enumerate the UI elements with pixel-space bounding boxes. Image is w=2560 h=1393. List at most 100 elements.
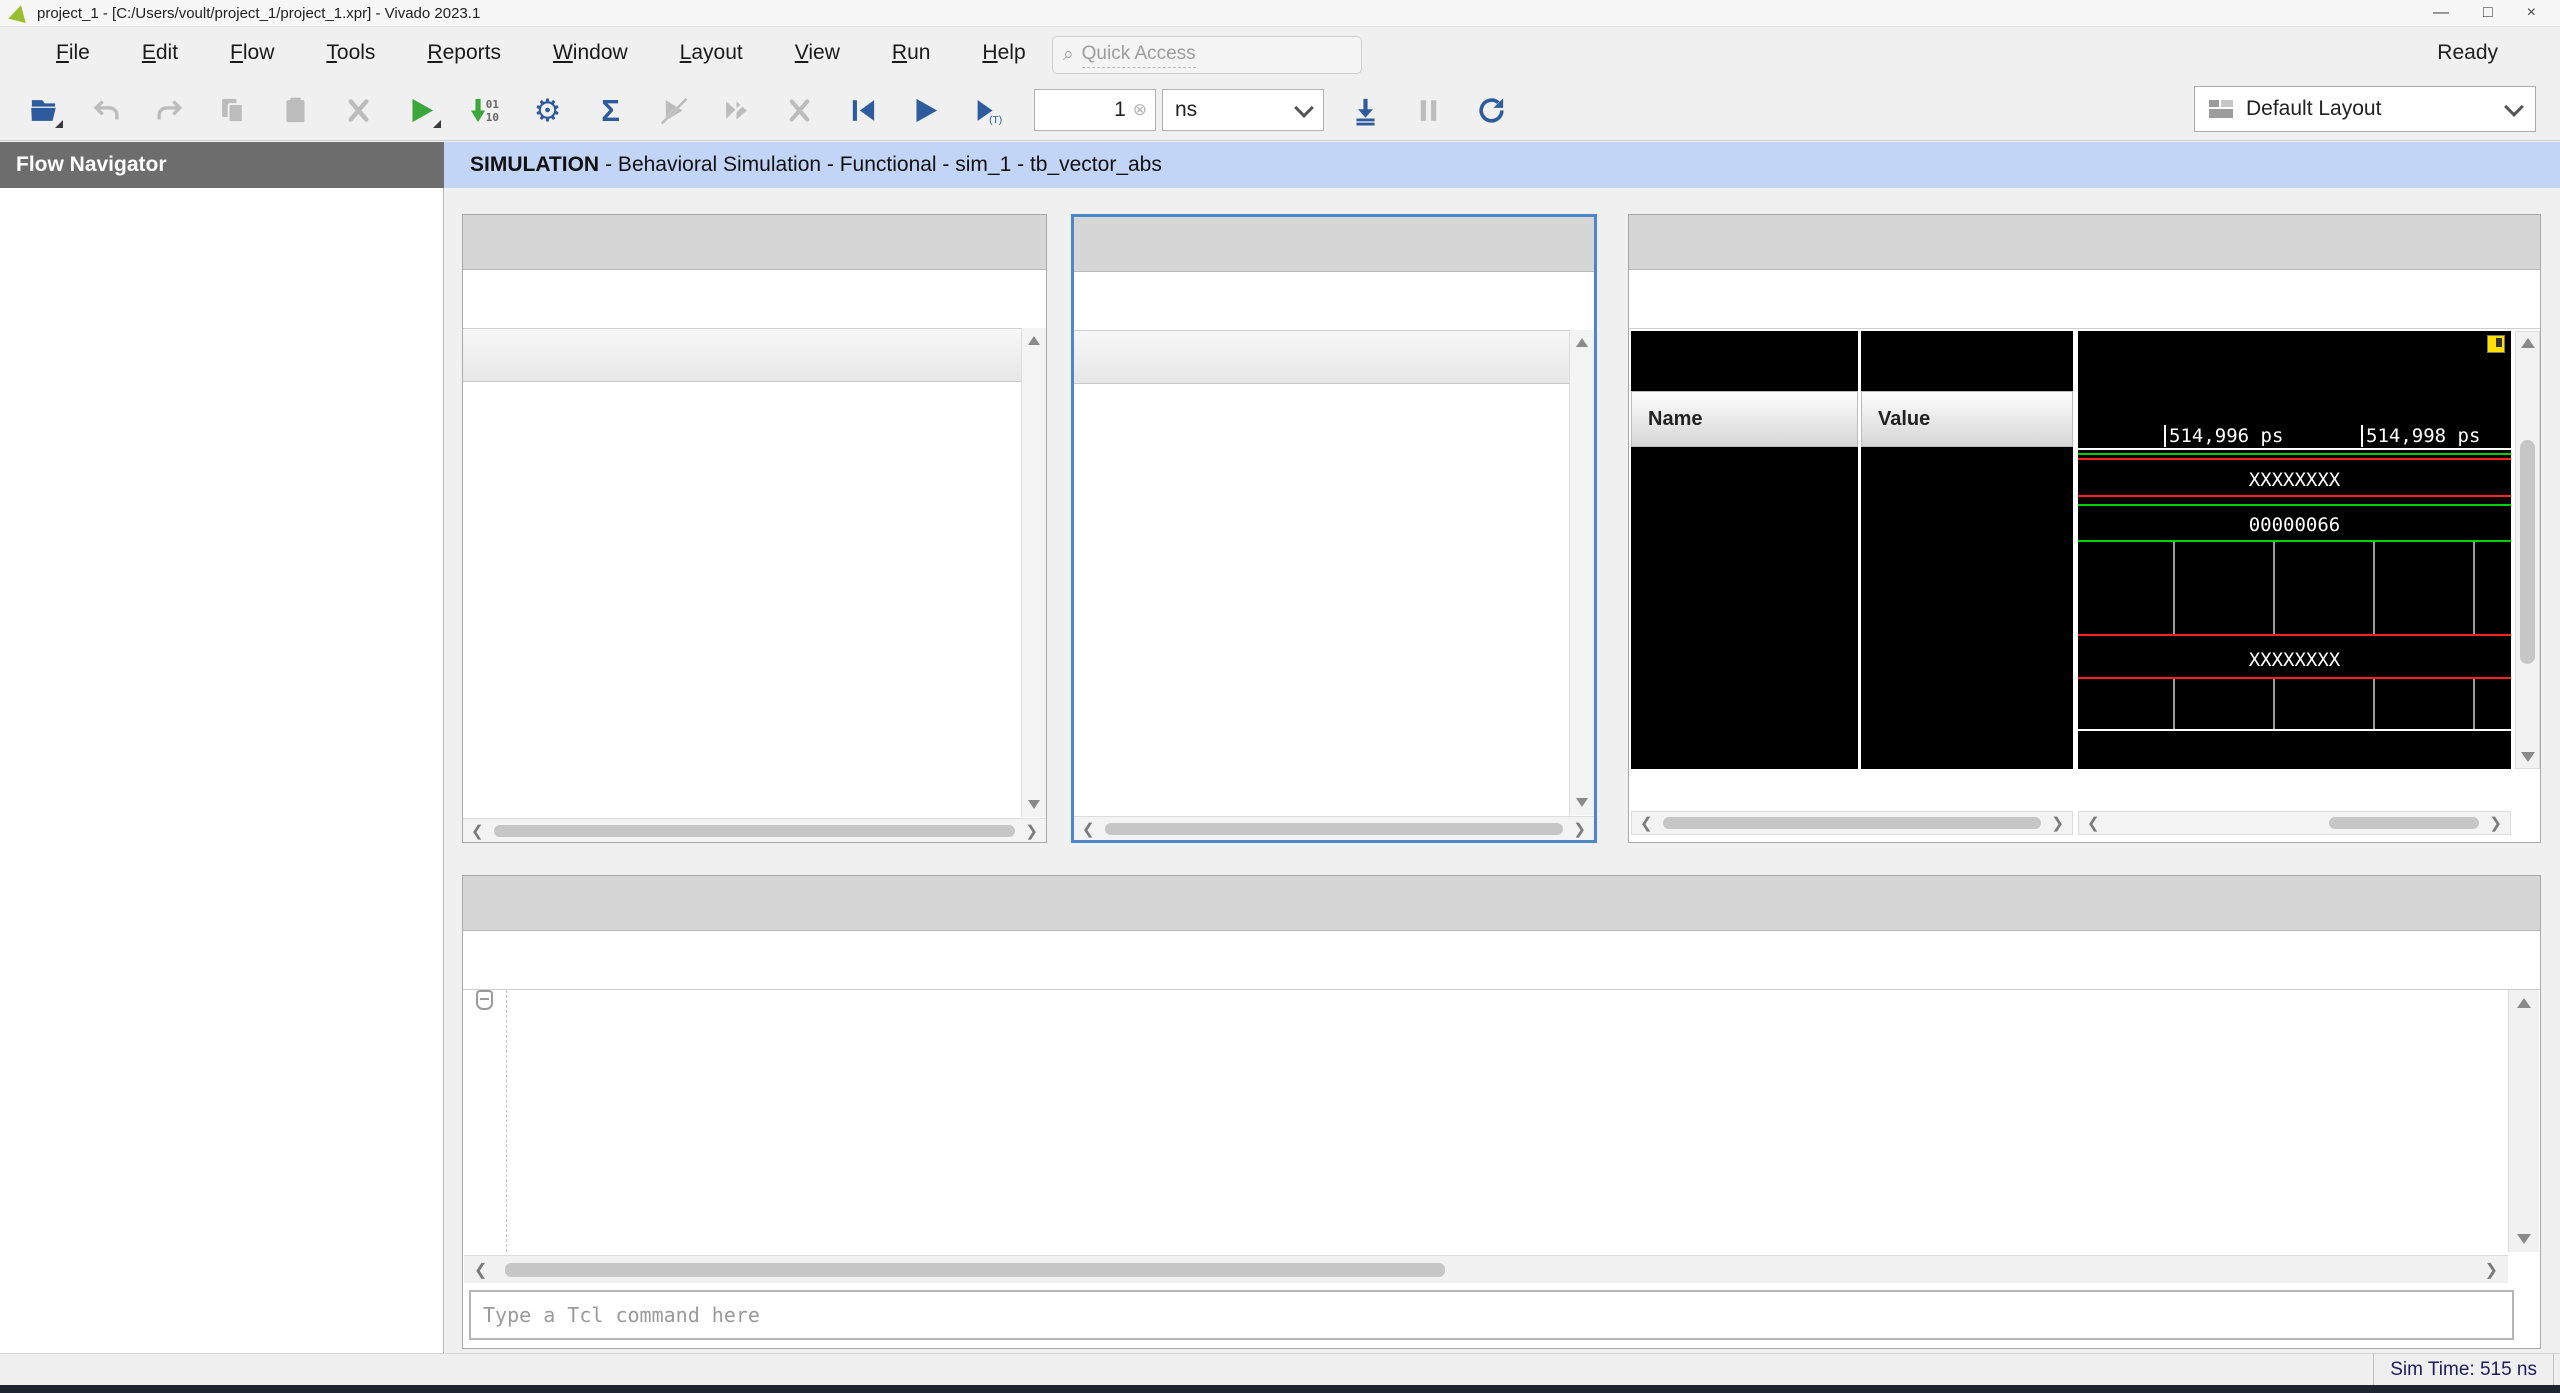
menu-item-view[interactable]: View bbox=[769, 41, 866, 65]
scroll-left-icon[interactable]: ❮ bbox=[2087, 814, 2100, 832]
status-ready: Ready bbox=[2437, 26, 2498, 80]
wave-value-header: Value bbox=[1861, 391, 2073, 447]
sim-time-status: Sim Time: 515 ns bbox=[2373, 1354, 2554, 1385]
layout-selector-value: Default Layout bbox=[2246, 97, 2507, 121]
wave-vertical-scrollbar[interactable] bbox=[2515, 331, 2540, 769]
wave-names-horizontal-scrollbar[interactable]: ❮ ❯ bbox=[1631, 811, 2073, 835]
maximize-icon[interactable]: □ bbox=[2483, 4, 2493, 22]
tcl-console-output[interactable] bbox=[464, 990, 2508, 1252]
wave-bus-value-abs: XXXXXXXX bbox=[2078, 649, 2511, 671]
gear-icon[interactable]: ⚙ bbox=[516, 87, 579, 133]
run-for-icon[interactable]: (T) bbox=[957, 87, 1020, 133]
sigma-icon[interactable]: Σ bbox=[579, 87, 642, 133]
time-unit-value: ns bbox=[1175, 98, 1197, 122]
wave-bus-transition bbox=[2173, 542, 2175, 634]
scroll-left-icon[interactable]: ❮ bbox=[1640, 814, 1653, 832]
simulation-header-bar: SIMULATION - Behavioral Simulation - Fun… bbox=[444, 142, 2560, 188]
open-project-icon[interactable] bbox=[12, 87, 75, 133]
disabled-skip-icon[interactable] bbox=[705, 87, 768, 133]
sim-time-value: 1 bbox=[1114, 98, 1126, 122]
run-all-icon[interactable] bbox=[894, 87, 957, 133]
svg-text:10: 10 bbox=[486, 110, 499, 123]
scope-panel: ❮ ❯ bbox=[462, 214, 1047, 843]
scroll-right-icon[interactable]: ❯ bbox=[2485, 1260, 2498, 1280]
menu-item-reports[interactable]: Reports bbox=[401, 41, 527, 65]
wave-bus-value-res: XXXXXXXX bbox=[2078, 469, 2511, 491]
wave-trace-green bbox=[2078, 453, 2511, 455]
objects-panel: ❮ ❯ bbox=[1071, 214, 1597, 843]
search-icon: ⌕ bbox=[1063, 44, 1074, 66]
svg-text:(T): (T) bbox=[989, 115, 1002, 126]
menu-item-help[interactable]: Help bbox=[956, 41, 1051, 65]
close-icon[interactable]: × bbox=[2527, 4, 2536, 22]
copy-icon[interactable] bbox=[201, 87, 264, 133]
layout-icon bbox=[2209, 100, 2233, 118]
objects-horizontal-scrollbar[interactable]: ❮ ❯ bbox=[1074, 816, 1594, 840]
menu-item-tools[interactable]: Tools bbox=[300, 41, 401, 65]
menu-item-layout[interactable]: Layout bbox=[654, 41, 769, 65]
relaunch-icon[interactable] bbox=[1460, 87, 1523, 133]
clear-time-icon[interactable]: ⊗ bbox=[1133, 100, 1147, 120]
chevron-down-icon bbox=[1294, 98, 1314, 118]
window-title: project_1 - [C:/Users/voult/project_1/pr… bbox=[37, 5, 480, 22]
pause-icon[interactable] bbox=[1397, 87, 1460, 133]
minimize-icon[interactable]: — bbox=[2433, 4, 2449, 22]
wave-trace-green bbox=[2078, 540, 2511, 542]
flow-navigator-title: Flow Navigator bbox=[16, 153, 167, 177]
waveform-plot[interactable]: 514,996 ps 514,998 ps XXXXXXXX 00000066 … bbox=[2078, 331, 2511, 769]
menu-item-flow[interactable]: Flow bbox=[204, 41, 300, 65]
step-icon[interactable] bbox=[1334, 87, 1397, 133]
console-vertical-scrollbar[interactable] bbox=[2508, 990, 2539, 1252]
scroll-right-icon[interactable]: ❯ bbox=[2051, 814, 2064, 832]
scroll-left-icon[interactable]: ❮ bbox=[1082, 820, 1095, 838]
waveform-panel: Name Value 514,996 ps 514,998 ps XXXXXXX… bbox=[1628, 214, 2541, 843]
tcl-input-placeholder: Type a Tcl command here bbox=[483, 1303, 760, 1327]
objects-vertical-scrollbar[interactable] bbox=[1569, 330, 1594, 815]
run-icon[interactable] bbox=[390, 87, 453, 133]
console-gutter bbox=[464, 990, 507, 1252]
time-unit-select[interactable]: ns bbox=[1162, 89, 1324, 131]
undo-icon[interactable] bbox=[75, 87, 138, 133]
disabled-cancel-icon[interactable] bbox=[768, 87, 831, 133]
menu-item-file[interactable]: File bbox=[30, 41, 116, 65]
window-controls: — □ × bbox=[2433, 4, 2550, 22]
layout-selector[interactable]: Default Layout bbox=[2194, 86, 2536, 132]
scroll-right-icon[interactable]: ❯ bbox=[1025, 822, 1038, 840]
menu-item-edit[interactable]: Edit bbox=[116, 41, 204, 65]
delete-icon[interactable] bbox=[327, 87, 390, 133]
wave-trace-red bbox=[2078, 677, 2511, 679]
simulation-header-bold: SIMULATION bbox=[470, 153, 599, 177]
time-label: 514,996 ps bbox=[2164, 425, 2283, 447]
quick-access-placeholder: Quick Access bbox=[1082, 43, 1196, 68]
wave-marker-icon[interactable] bbox=[2487, 335, 2505, 353]
ruler-line bbox=[2078, 448, 2511, 450]
title-bar: project_1 - [C:/Users/voult/project_1/pr… bbox=[0, 0, 2560, 27]
wave-trace-red bbox=[2078, 495, 2511, 497]
scroll-left-icon[interactable]: ❮ bbox=[471, 822, 484, 840]
tcl-command-input[interactable]: Type a Tcl command here bbox=[469, 1290, 2514, 1340]
scroll-left-icon[interactable]: ❮ bbox=[474, 1260, 487, 1280]
menu-item-run[interactable]: Run bbox=[866, 41, 957, 65]
restart-icon[interactable] bbox=[831, 87, 894, 133]
dropdown-corner-icon bbox=[55, 120, 63, 128]
bitstream-icon[interactable]: 0110 bbox=[453, 87, 516, 133]
scope-horizontal-scrollbar[interactable]: ❮ ❯ bbox=[463, 818, 1046, 842]
menu-item-window[interactable]: Window bbox=[527, 41, 654, 65]
wave-bus-transition bbox=[2473, 679, 2475, 729]
scope-vertical-scrollbar[interactable] bbox=[1021, 328, 1046, 817]
scroll-right-icon[interactable]: ❯ bbox=[1573, 820, 1586, 838]
wave-value-column: Value bbox=[1861, 331, 2073, 769]
sim-time-input[interactable]: 1 ⊗ bbox=[1034, 89, 1156, 131]
wave-bus-transition bbox=[2273, 542, 2275, 634]
wave-trace-red bbox=[2078, 634, 2511, 636]
redo-icon[interactable] bbox=[138, 87, 201, 133]
disabled-run-icon[interactable] bbox=[642, 87, 705, 133]
paste-icon[interactable] bbox=[264, 87, 327, 133]
console-horizontal-scrollbar[interactable]: ❮ ❯ bbox=[464, 1255, 2508, 1283]
wave-plot-horizontal-scrollbar[interactable]: ❮ ❯ bbox=[2078, 811, 2511, 835]
quick-access-search[interactable]: ⌕ Quick Access bbox=[1052, 36, 1362, 74]
wave-name-header: Name bbox=[1631, 391, 1858, 447]
status-bar: Sim Time: 515 ns bbox=[0, 1353, 2560, 1385]
scroll-right-icon[interactable]: ❯ bbox=[2489, 814, 2502, 832]
wave-trace-white bbox=[2078, 729, 2511, 731]
